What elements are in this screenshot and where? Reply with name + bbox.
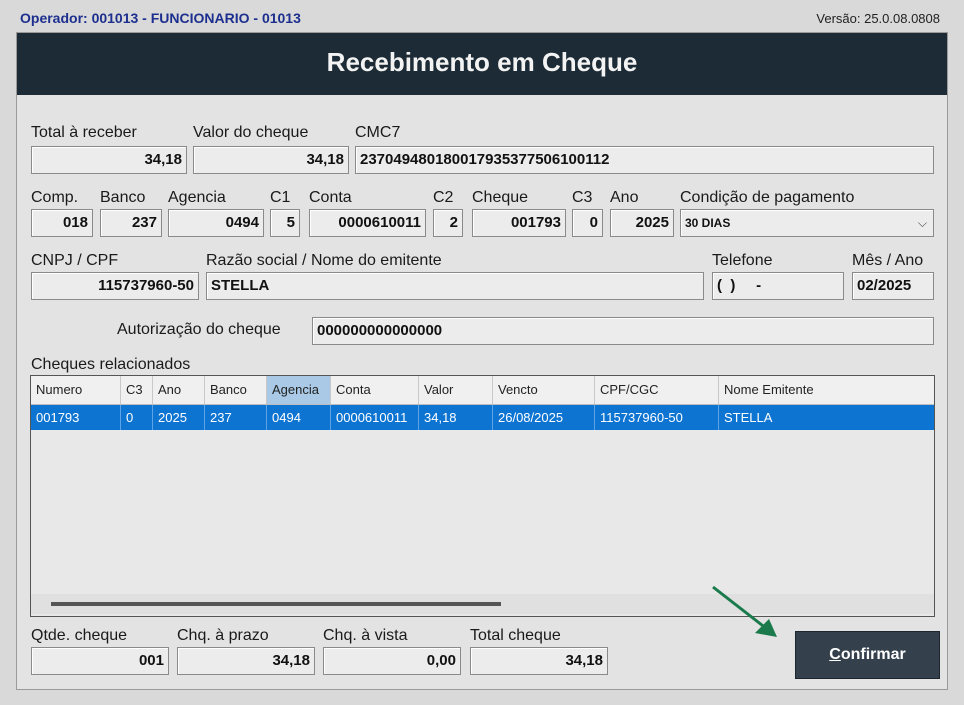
cell-numero: 001793 bbox=[31, 405, 121, 430]
agencia-field[interactable]: 0494 bbox=[168, 209, 264, 237]
cheque-number-label: Cheque bbox=[472, 189, 529, 206]
prazo-label: Chq. à prazo bbox=[177, 627, 269, 644]
cheque-number-field[interactable]: 001793 bbox=[472, 209, 566, 237]
col-header-c3[interactable]: C3 bbox=[121, 376, 153, 404]
c3-field[interactable]: 0 bbox=[572, 209, 603, 237]
condicao-label: Condição de pagamento bbox=[680, 189, 855, 206]
scrollbar-thumb[interactable] bbox=[51, 602, 501, 606]
agencia-label: Agencia bbox=[168, 189, 226, 206]
banco-label: Banco bbox=[100, 189, 146, 206]
telefone-label: Telefone bbox=[712, 252, 773, 269]
cell-nome: STELLA bbox=[724, 410, 773, 425]
cell-valor: 34,18 bbox=[419, 405, 493, 430]
operator-label: Operador: 001013 - FUNCIONARIO - 01013 bbox=[20, 10, 301, 26]
c2-label: C2 bbox=[433, 189, 454, 206]
c1-label: C1 bbox=[270, 189, 291, 206]
total-receber-label: Total à receber bbox=[31, 124, 137, 141]
col-header-valor[interactable]: Valor bbox=[419, 376, 493, 404]
cell-vencto: 26/08/2025 bbox=[493, 405, 595, 430]
autorizacao-field[interactable]: 000000000000000 bbox=[312, 317, 934, 345]
cmc7-field[interactable]: 237049480180017935377506100112 bbox=[355, 146, 934, 174]
cell-cpf: 115737960-50 bbox=[595, 405, 719, 430]
valor-cheque-label: Valor do cheque bbox=[193, 124, 309, 141]
vista-field[interactable]: 0,00 bbox=[323, 647, 461, 675]
vista-label: Chq. à vista bbox=[323, 627, 408, 644]
razao-field[interactable]: STELLA bbox=[206, 272, 704, 300]
cheques-grid[interactable]: Numero C3 Ano Banco Agencia Conta Valor … bbox=[30, 375, 935, 617]
c3-label: C3 bbox=[572, 189, 593, 206]
col-header-nome[interactable]: Nome Emitente bbox=[719, 376, 934, 404]
col-header-numero[interactable]: Numero bbox=[31, 376, 121, 404]
c1-field[interactable]: 5 bbox=[270, 209, 300, 237]
cell-banco: 237 bbox=[205, 405, 267, 430]
grid-header: Numero C3 Ano Banco Agencia Conta Valor … bbox=[31, 376, 934, 405]
total-label: Total cheque bbox=[470, 627, 561, 644]
confirm-mnemonic: C bbox=[829, 646, 841, 663]
dialog-title: Recebimento em Cheque bbox=[326, 47, 638, 77]
comp-field[interactable]: 018 bbox=[31, 209, 93, 237]
version-label: Versão: 25.0.08.0808 bbox=[816, 11, 940, 26]
razao-label: Razão social / Nome do emitente bbox=[206, 252, 442, 269]
c2-field[interactable]: 2 bbox=[433, 209, 463, 237]
cnpj-field[interactable]: 115737960-50 bbox=[31, 272, 199, 300]
arrow-annotation-icon bbox=[712, 585, 777, 637]
col-header-agencia[interactable]: Agencia bbox=[267, 376, 331, 404]
telefone-field[interactable]: ( ) - bbox=[712, 272, 844, 300]
cheque-dialog: Recebimento em Cheque Total à receber 34… bbox=[16, 32, 948, 690]
qtde-label: Qtde. cheque bbox=[31, 627, 128, 644]
chevron-down-icon[interactable]: ⌵ bbox=[918, 210, 927, 236]
cheques-relacionados-label: Cheques relacionados bbox=[31, 356, 191, 373]
cmc7-label: CMC7 bbox=[355, 124, 401, 141]
table-row[interactable]: 001793 0 2025 237 0494 0000610011 34,18 … bbox=[31, 405, 934, 430]
col-header-cpf[interactable]: CPF/CGC bbox=[595, 376, 719, 404]
qtde-field[interactable]: 001 bbox=[31, 647, 169, 675]
ano-label: Ano bbox=[610, 189, 639, 206]
comp-label: Comp. bbox=[31, 189, 79, 206]
condicao-value: 30 DIAS bbox=[685, 216, 731, 230]
cell-ano: 2025 bbox=[153, 405, 205, 430]
dialog-title-bar: Recebimento em Cheque bbox=[17, 33, 947, 95]
conta-label: Conta bbox=[309, 189, 352, 206]
confirm-label: onfirmar bbox=[840, 646, 906, 663]
mes-ano-label: Mês / Ano bbox=[852, 252, 924, 269]
cell-conta: 0000610011 bbox=[331, 405, 419, 430]
banco-field[interactable]: 237 bbox=[100, 209, 162, 237]
cell-agencia: 0494 bbox=[267, 405, 331, 430]
ano-field[interactable]: 2025 bbox=[610, 209, 674, 237]
col-header-banco[interactable]: Banco bbox=[205, 376, 267, 404]
autorizacao-label: Autorização do cheque bbox=[117, 321, 281, 338]
cell-c3: 0 bbox=[121, 405, 153, 430]
cnpj-label: CNPJ / CPF bbox=[31, 252, 119, 269]
total-field[interactable]: 34,18 bbox=[470, 647, 608, 675]
total-receber-field[interactable]: 34,18 bbox=[31, 146, 187, 174]
prazo-field[interactable]: 34,18 bbox=[177, 647, 315, 675]
col-header-ano[interactable]: Ano bbox=[153, 376, 205, 404]
confirm-button[interactable]: Confirmar bbox=[795, 631, 940, 679]
conta-field[interactable]: 0000610011 bbox=[309, 209, 426, 237]
mes-ano-field[interactable]: 02/2025 bbox=[852, 272, 934, 300]
col-header-conta[interactable]: Conta bbox=[331, 376, 419, 404]
col-header-vencto[interactable]: Vencto bbox=[493, 376, 595, 404]
condicao-select[interactable]: 30 DIAS ⌵ bbox=[680, 209, 934, 237]
valor-cheque-field[interactable]: 34,18 bbox=[193, 146, 349, 174]
